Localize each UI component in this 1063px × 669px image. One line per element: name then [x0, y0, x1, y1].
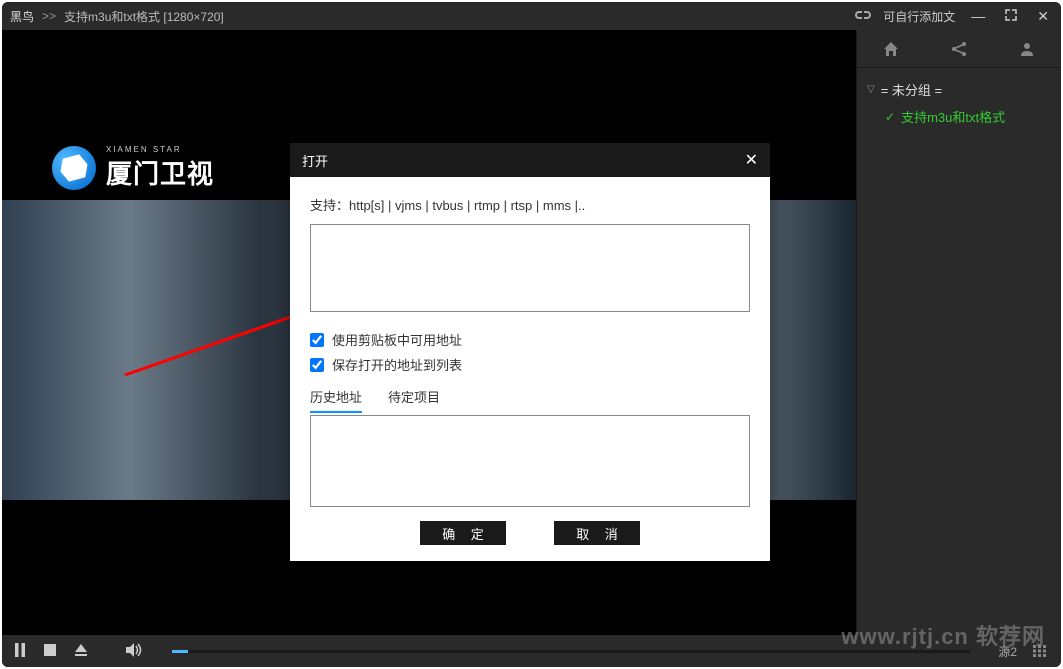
channel-label: 支持m3u和txt格式 [901, 107, 1005, 126]
check-label-1: 使用剪贴板中可用地址 [332, 330, 462, 349]
check-label-2: 保存打开的地址到列表 [332, 355, 462, 374]
channel-group[interactable]: ▽ = 未分组 = [867, 76, 1051, 103]
maximize-button[interactable] [1001, 8, 1021, 24]
cancel-button[interactable]: 取 消 [554, 521, 640, 545]
open-dialog: 打开 ✕ 支持：http[s] | vjms | tvbus | rtmp | … [290, 143, 770, 561]
titlebar: 黑鸟 >> 支持m3u和txt格式 [1280×720] 可自行添加文 — ✕ [2, 2, 1061, 30]
support-text: 支持：http[s] | vjms | tvbus | rtmp | rtsp … [310, 195, 750, 214]
tab-history[interactable]: 历史地址 [310, 387, 362, 413]
channel-item[interactable]: ✓ 支持m3u和txt格式 [867, 103, 1051, 130]
stop-button[interactable] [44, 644, 56, 659]
sidebar: ▽ = 未分组 = ✓ 支持m3u和txt格式 [856, 30, 1061, 635]
clipboard-checkbox[interactable] [310, 333, 324, 347]
history-list[interactable] [310, 415, 750, 507]
app-name: 黑鸟 [10, 8, 34, 25]
title-detail: 支持m3u和txt格式 [1280×720] [64, 8, 224, 25]
arrows: >> [42, 9, 56, 23]
volume-icon[interactable] [126, 643, 144, 660]
tab-pending[interactable]: 待定项目 [388, 387, 440, 413]
home-icon[interactable] [857, 30, 925, 67]
dialog-title: 打开 [302, 151, 328, 170]
logo-sub: XIAMEN STAR [106, 145, 214, 154]
eject-button[interactable] [74, 644, 88, 659]
url-input[interactable] [310, 224, 750, 312]
check-use-clipboard[interactable]: 使用剪贴板中可用地址 [310, 327, 750, 352]
check-icon: ✓ [885, 110, 895, 124]
group-name: = 未分组 = [881, 80, 942, 99]
right-text: 可自行添加文 [883, 8, 955, 25]
logo-icon [52, 146, 96, 190]
dialog-header[interactable]: 打开 ✕ [290, 143, 770, 177]
ok-button[interactable]: 确 定 [420, 521, 506, 545]
logo-text: 厦门卫视 [106, 154, 214, 191]
channel-logo: XIAMEN STAR 厦门卫视 [52, 145, 214, 191]
close-button[interactable]: ✕ [1033, 8, 1053, 25]
dialog-close-button[interactable]: ✕ [745, 150, 758, 170]
watermark: www.rjtj.cn 软荐网 [841, 619, 1045, 651]
chevron-down-icon: ▽ [867, 84, 875, 95]
user-icon[interactable] [993, 30, 1061, 67]
check-save-list[interactable]: 保存打开的地址到列表 [310, 352, 750, 377]
link-icon[interactable] [855, 9, 871, 23]
share-icon[interactable] [925, 30, 993, 67]
savelist-checkbox[interactable] [310, 358, 324, 372]
minimize-button[interactable]: — [967, 8, 989, 24]
pause-button[interactable] [14, 643, 26, 660]
